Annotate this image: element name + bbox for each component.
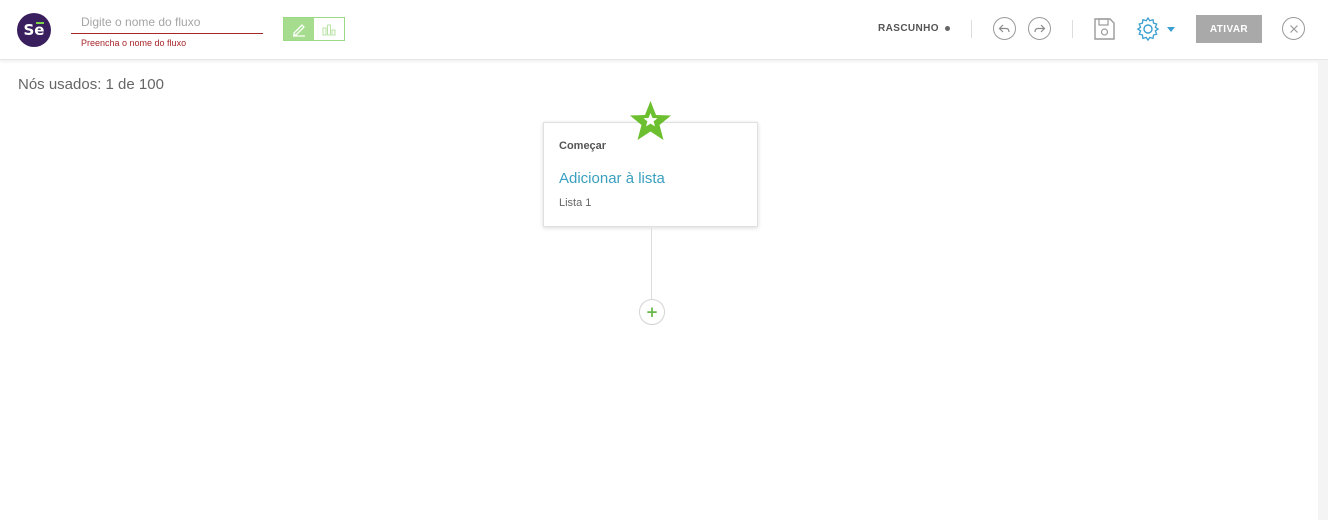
edit-icon <box>293 24 305 37</box>
canvas-scrollbar[interactable] <box>1318 60 1328 520</box>
flow-name-input[interactable] <box>71 10 263 34</box>
divider <box>971 20 972 38</box>
start-node-action[interactable]: Adicionar à lista <box>559 170 665 187</box>
undo-icon <box>998 24 1010 33</box>
close-icon <box>1289 24 1298 33</box>
settings-button[interactable] <box>1135 16 1161 42</box>
status-dot <box>945 26 950 31</box>
undo-button[interactable] <box>993 17 1016 40</box>
start-node-detail: Lista 1 <box>559 197 592 209</box>
app-logo[interactable]: Se <box>17 13 51 47</box>
save-icon <box>1094 18 1115 40</box>
top-toolbar: Se Preencha o nome do fluxo RASCUNHO <box>0 0 1328 60</box>
star-icon <box>630 101 671 140</box>
start-node-title: Começar <box>559 140 607 152</box>
gear-icon <box>1136 16 1160 42</box>
mode-toggle <box>283 17 345 41</box>
close-button[interactable] <box>1282 17 1305 40</box>
activate-button[interactable]: ATIVAR <box>1196 15 1262 43</box>
logo-accent <box>36 22 44 24</box>
save-button[interactable] <box>1093 17 1116 41</box>
redo-icon <box>1034 24 1046 33</box>
divider <box>1072 20 1073 38</box>
status-label: RASCUNHO <box>878 23 939 34</box>
report-mode-button[interactable] <box>314 18 344 40</box>
chevron-down-icon[interactable] <box>1167 27 1175 32</box>
flow-name-error: Preencha o nome do fluxo <box>81 38 187 48</box>
node-connector <box>651 228 652 300</box>
edit-mode-button[interactable] <box>284 18 314 40</box>
nodes-used-counter: Nós usados: 1 de 100 <box>18 76 164 93</box>
chart-icon <box>322 24 336 36</box>
add-node-button[interactable]: + <box>639 299 665 325</box>
redo-button[interactable] <box>1028 17 1051 40</box>
